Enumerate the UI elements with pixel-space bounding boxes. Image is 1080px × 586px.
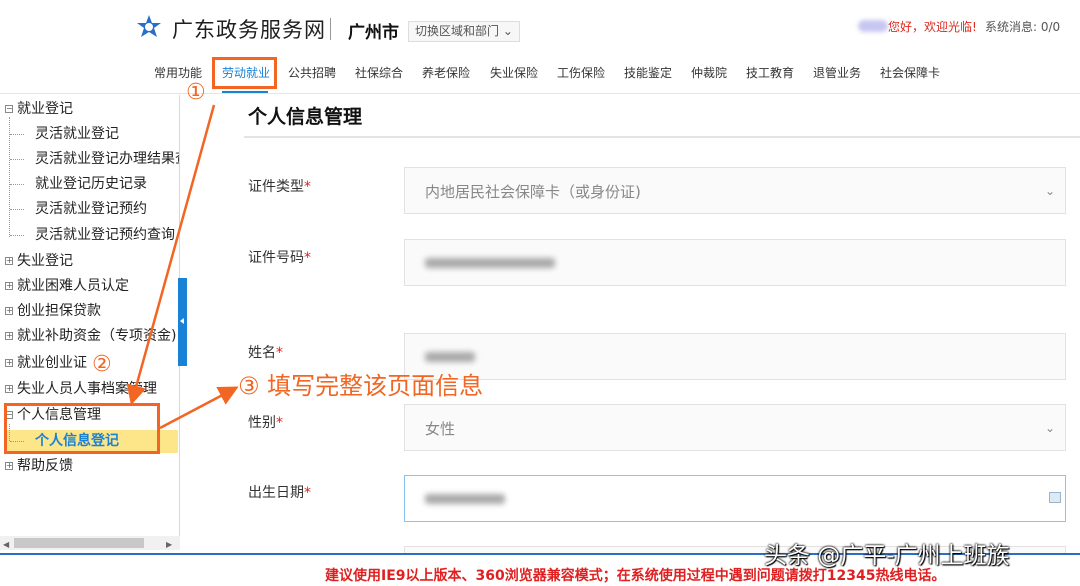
tree-group-label: 就业登记: [17, 101, 73, 117]
tree-group-hardship-recognition[interactable]: + 就业困难人员认定: [0, 275, 129, 299]
tree-group-label: 帮助反馈: [17, 458, 73, 474]
tree-connector: [10, 159, 24, 160]
nav-active-underline: [222, 91, 268, 93]
nav-item-unemployment[interactable]: 失业保险: [490, 64, 538, 81]
expand-icon[interactable]: +: [5, 257, 13, 265]
collapse-left-icon: [180, 318, 184, 324]
tree-group-archive-management[interactable]: + 失业人员人事档案管理: [0, 378, 157, 402]
tree-group-label: 就业创业证: [17, 355, 87, 371]
nav-item-retiree-management[interactable]: 退管业务: [813, 64, 861, 81]
nav-item-technical-education[interactable]: 技工教育: [746, 64, 794, 81]
tree-connector: [10, 184, 24, 185]
nav-item-social-security[interactable]: 社保综合: [355, 64, 403, 81]
chevron-down-icon: ⌄: [1044, 421, 1055, 435]
user-name-redacted: [858, 20, 888, 32]
id-number-label: 证件号码*: [248, 250, 311, 266]
scrollbar-thumb[interactable]: [14, 538, 144, 548]
name-label: 姓名*: [248, 345, 283, 361]
expand-icon[interactable]: +: [5, 332, 13, 340]
tree-group-employment-registration[interactable]: − 就业登记: [0, 98, 73, 122]
nav-item-social-card[interactable]: 社会保障卡: [880, 64, 940, 81]
expand-icon[interactable]: +: [5, 307, 13, 315]
annotation-step3: ③ 填写完整该页面信息: [238, 372, 484, 400]
nav-item-work-injury[interactable]: 工伤保险: [557, 64, 605, 81]
gender-select[interactable]: 女性 ⌄: [404, 404, 1066, 451]
tree-connector: [9, 117, 10, 237]
sidebar-collapse-handle[interactable]: [178, 278, 187, 366]
annotation-box-nav: [212, 57, 277, 89]
id-type-value: 内地居民社会保障卡（或身份证): [425, 183, 641, 201]
gender-label: 性别*: [248, 415, 283, 431]
site-name[interactable]: 广东政务服务网: [172, 14, 326, 44]
annotation-step2: ②: [92, 352, 112, 377]
id-type-select[interactable]: 内地居民社会保障卡（或身份证) ⌄: [404, 167, 1066, 214]
nav-item-common[interactable]: 常用功能: [154, 64, 202, 81]
nav-item-arbitration[interactable]: 仲裁院: [691, 64, 727, 81]
gender-value: 女性: [425, 420, 456, 438]
tree-group-employment-card[interactable]: + 就业创业证: [0, 352, 87, 376]
page-title: 个人信息管理: [248, 106, 363, 128]
id-type-label: 证件类型*: [248, 179, 311, 195]
main-nav: 常用功能 劳动就业 公共招聘 社保综合 养老保险 失业保险 工伤保险 技能鉴定 …: [0, 58, 1080, 94]
tree-group-label: 就业补助资金（专项资金): [17, 328, 177, 344]
title-divider: [244, 136, 1080, 138]
birth-date-input[interactable]: [404, 475, 1066, 522]
tree-connector: [10, 235, 24, 236]
scroll-left-icon[interactable]: ◀: [3, 540, 9, 549]
tree-group-label: 创业担保贷款: [17, 303, 101, 319]
calendar-icon[interactable]: [1049, 492, 1061, 503]
tree-connector: [10, 209, 24, 210]
nav-item-skill-appraisal[interactable]: 技能鉴定: [624, 64, 672, 81]
tree-group-label: 失业登记: [17, 253, 73, 269]
watermark: 头条 @广平-广州上班族: [764, 543, 1010, 569]
expand-icon[interactable]: +: [5, 385, 13, 393]
header-divider: [330, 18, 331, 40]
tree-group-label: 就业困难人员认定: [17, 278, 129, 294]
id-number-input[interactable]: [404, 239, 1066, 286]
tree-item-flexible-registration[interactable]: 灵活就业登记: [35, 123, 119, 147]
tree-group-help-feedback[interactable]: + 帮助反馈: [0, 455, 73, 479]
tree-item-registration-result[interactable]: 灵活就业登记办理结果查: [35, 148, 179, 172]
expand-icon[interactable]: +: [5, 282, 13, 290]
scroll-right-icon[interactable]: ▶: [166, 540, 172, 549]
nav-item-public-recruitment[interactable]: 公共招聘: [288, 64, 336, 81]
tree-group-unemployment[interactable]: + 失业登记: [0, 250, 73, 274]
sidebar-tree: − 就业登记 灵活就业登记 灵活就业登记办理结果查 就业登记历史记录 灵活就业登记…: [0, 95, 180, 550]
birth-date-label: 出生日期*: [248, 485, 311, 501]
tree-connector: [10, 134, 24, 135]
chevron-down-icon: ⌄: [1044, 184, 1055, 198]
tree-item-registration-history[interactable]: 就业登记历史记录: [35, 173, 147, 197]
tree-item-booking-query[interactable]: 灵活就业登记预约查询: [35, 224, 175, 248]
id-number-redacted-value: [425, 258, 555, 268]
system-messages-link[interactable]: 系统消息: 0/0: [985, 18, 1060, 35]
site-logo-icon: [135, 13, 163, 41]
city-name: 广州市: [348, 23, 399, 43]
sidebar-horizontal-scrollbar[interactable]: ◀ ▶: [0, 536, 180, 550]
annotation-box-sidebar: [4, 403, 160, 454]
tree-group-label: 失业人员人事档案管理: [17, 381, 157, 397]
welcome-text: 您好，欢迎光临!: [888, 20, 977, 34]
expand-icon[interactable]: +: [5, 359, 13, 367]
birth-date-redacted-value: [425, 494, 505, 504]
switch-region-button[interactable]: 切换区域和部门 ⌄: [408, 21, 520, 42]
name-input[interactable]: [404, 333, 1066, 380]
tree-group-subsidy-funds[interactable]: + 就业补助资金（专项资金): [0, 325, 176, 349]
tree-item-registration-booking[interactable]: 灵活就业登记预约: [35, 198, 147, 222]
site-header: 广东政务服务网 广州市 切换区域和部门 ⌄ 您好，欢迎光临! 系统消息: 0/0: [0, 0, 1080, 58]
name-redacted-value: [425, 352, 475, 362]
nav-item-pension[interactable]: 养老保险: [422, 64, 470, 81]
expand-icon[interactable]: +: [5, 462, 13, 470]
collapse-icon[interactable]: −: [5, 105, 13, 113]
tree-group-startup-loan[interactable]: + 创业担保贷款: [0, 300, 101, 324]
annotation-step1: ①: [186, 80, 206, 105]
